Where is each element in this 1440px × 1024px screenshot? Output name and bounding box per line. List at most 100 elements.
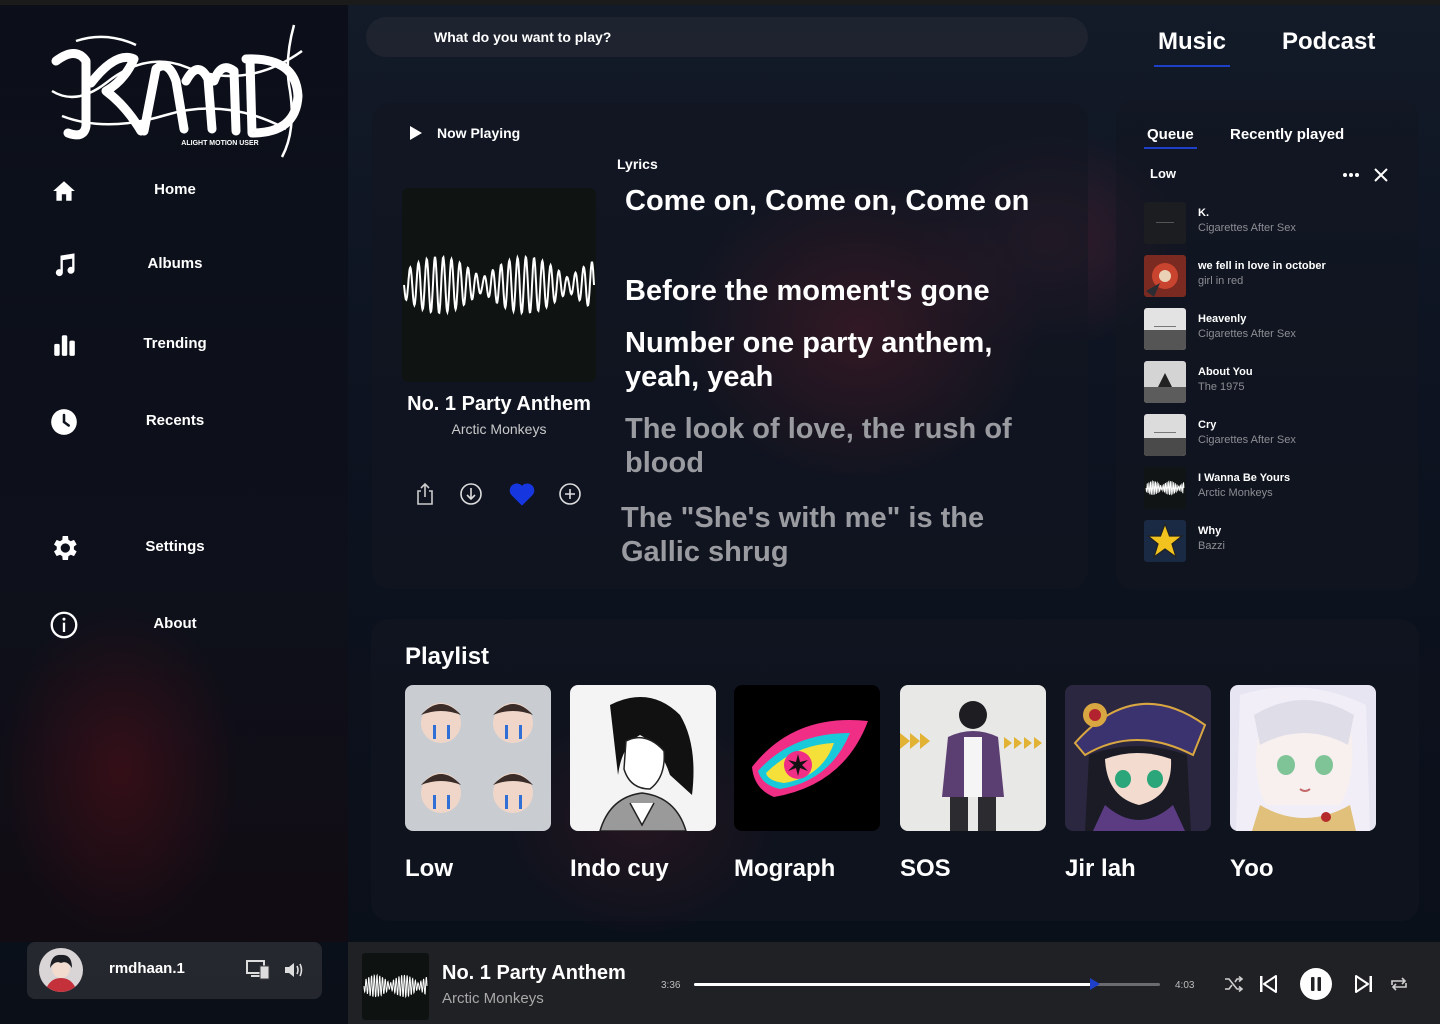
queue-thumb [1144, 414, 1186, 456]
share-icon[interactable] [412, 481, 438, 507]
home-icon [48, 175, 80, 207]
playlist-heading: Playlist [405, 643, 490, 670]
gear-icon [48, 532, 80, 564]
queue-item-title: Why [1198, 525, 1222, 537]
player-album-art [362, 953, 429, 1020]
queue-item[interactable]: K. Cigarettes After Sex [1144, 202, 1404, 244]
sidebar-item-label: Albums [147, 255, 203, 272]
now-playing-header: Now Playing [409, 125, 520, 141]
bar-chart-icon [48, 329, 80, 361]
lyric-line: The look of love, the rush of blood [625, 413, 1012, 479]
now-playing-heading: Now Playing [437, 125, 521, 141]
queue-item-title: we fell in love in october [1198, 260, 1326, 272]
queue-item-title: K. [1198, 207, 1209, 219]
shuffle-icon[interactable] [1219, 969, 1249, 999]
volume-icon[interactable] [281, 958, 307, 982]
album-art [402, 188, 596, 382]
user-card[interactable]: rmdhaan.1 [27, 942, 322, 999]
playlist-cover [1230, 685, 1376, 831]
playlist-name: Low [405, 855, 453, 882]
track-title: No. 1 Party Anthem [407, 393, 591, 415]
soundwave-graphic [403, 254, 595, 316]
progress-fill [694, 983, 1095, 986]
download-icon[interactable] [458, 481, 484, 507]
previous-icon[interactable] [1253, 969, 1283, 999]
queue-item[interactable]: Why Bazzi [1144, 520, 1404, 562]
sidebar-item-label: Recents [145, 412, 205, 429]
playlist-cover [900, 685, 1046, 831]
sidebar-item-label: Home [154, 181, 196, 198]
playlist-card[interactable]: SOS [900, 685, 1046, 882]
playlist-panel: Playlist Low Indo cuy Mograph SOS Jir la… [371, 619, 1419, 921]
playlist-cover [1065, 685, 1211, 831]
tab-recently-played[interactable]: Recently played [1230, 126, 1344, 143]
lyric-line: Number one party anthem, yeah, yeah [625, 327, 993, 393]
pause-button[interactable] [1298, 966, 1334, 1002]
elapsed-time: 3:36 [661, 980, 681, 991]
queue-item-artist: Arctic Monkeys [1198, 487, 1273, 499]
search-input[interactable] [366, 17, 1088, 57]
next-icon[interactable] [1349, 969, 1379, 999]
queue-item[interactable]: About You The 1975 [1144, 361, 1404, 403]
queue-panel: Queue Recently played Low K. Cigarettes … [1116, 100, 1418, 590]
player-track-title: No. 1 Party Anthem [442, 962, 626, 984]
sidebar-item-label: Trending [143, 335, 207, 352]
queue-item-artist: The 1975 [1198, 381, 1245, 393]
more-options-icon[interactable] [1340, 164, 1362, 186]
sidebar: ALIGHT MOTION USER Home Albums Trending … [0, 5, 348, 942]
queue-item-artist: Cigarettes After Sex [1198, 222, 1296, 234]
like-heart-icon[interactable] [506, 481, 538, 507]
playlist-card[interactable]: Mograph [734, 685, 880, 882]
soundwave-graphic [363, 973, 428, 999]
queue-item[interactable]: Cry Cigarettes After Sex [1144, 414, 1404, 456]
playlist-cover [734, 685, 880, 831]
lyric-line: The "She's with me" is the Gallic shrug [621, 502, 985, 568]
lyric-line: Come on, Come on, Come on [625, 185, 1030, 217]
lyric-line: Before the moment's gone [625, 275, 990, 307]
playlist-card[interactable]: Yoo [1230, 685, 1376, 882]
playlist-name: Mograph [734, 855, 836, 882]
player-track-artist[interactable]: Arctic Monkeys [442, 990, 544, 1007]
queue-item-artist: girl in red [1198, 275, 1244, 287]
progress-knob[interactable] [1089, 978, 1100, 990]
repeat-icon[interactable] [1384, 969, 1414, 999]
progress-bar[interactable] [694, 978, 1160, 990]
sidebar-item-trending[interactable]: Trending [0, 321, 348, 371]
avatar[interactable] [39, 948, 83, 992]
sidebar-item-about[interactable]: About [0, 601, 348, 651]
playlist-cover [405, 685, 551, 831]
playlist-card[interactable]: Jir lah [1065, 685, 1211, 882]
playlist-name: Yoo [1230, 855, 1274, 882]
queue-item[interactable]: I Wanna Be Yours Arctic Monkeys [1144, 467, 1404, 509]
playlist-card[interactable]: Indo cuy [570, 685, 716, 882]
playlist-card[interactable]: Low [405, 685, 551, 882]
playlist-name: Jir lah [1065, 855, 1136, 882]
tab-podcast[interactable]: Podcast [1282, 28, 1375, 56]
playlist-cover [570, 685, 716, 831]
player-bar: No. 1 Party Anthem Arctic Monkeys 3:36 4… [348, 942, 1440, 1024]
sidebar-item-label: Settings [145, 538, 205, 555]
queue-item[interactable]: Heavenly Cigarettes After Sex [1144, 308, 1404, 350]
add-icon[interactable] [557, 481, 583, 507]
devices-icon[interactable] [245, 958, 271, 982]
sidebar-item-albums[interactable]: Albums [0, 241, 348, 291]
sidebar-item-label: About [153, 615, 197, 632]
sidebar-item-settings[interactable]: Settings [0, 524, 348, 574]
queue-item[interactable]: we fell in love in october girl in red [1144, 255, 1404, 297]
queue-thumb [1144, 255, 1186, 297]
lyrics-label: Lyrics [617, 156, 658, 172]
info-icon [48, 609, 80, 641]
queue-thumb [1144, 520, 1186, 562]
playlist-name: SOS [900, 855, 951, 882]
music-note-icon [48, 249, 80, 281]
sidebar-item-home[interactable]: Home [0, 167, 348, 217]
tab-queue[interactable]: Queue [1144, 126, 1197, 149]
queue-item-artist: Cigarettes After Sex [1198, 328, 1296, 340]
queue-thumb [1144, 308, 1186, 350]
queue-item-artist: Bazzi [1198, 540, 1225, 552]
sidebar-item-recents[interactable]: Recents [0, 398, 348, 448]
tab-music[interactable]: Music [1153, 28, 1231, 67]
close-icon[interactable] [1370, 164, 1392, 186]
queue-item-title: About You [1198, 366, 1253, 378]
track-artist[interactable]: Arctic Monkeys [392, 421, 606, 437]
